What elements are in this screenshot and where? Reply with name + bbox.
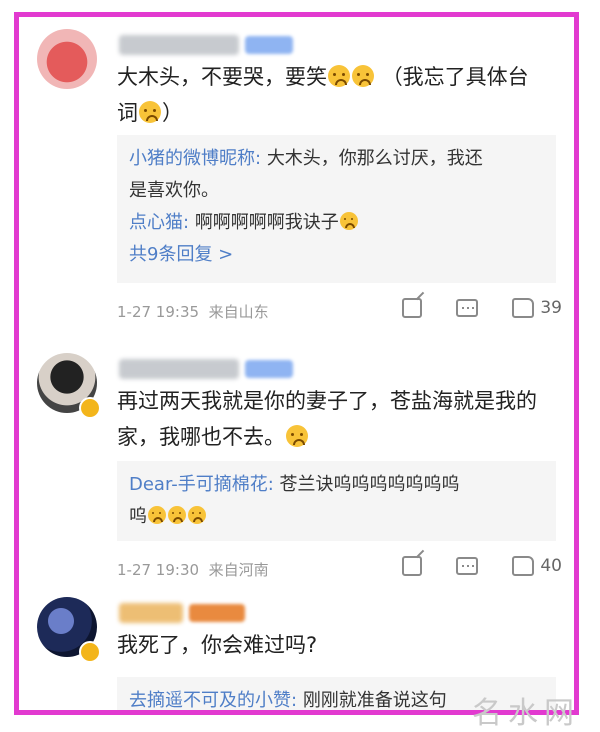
screenshot-frame: 大木头，不要哭，要笑 （我忘了具体台 词） 小猪的微博昵称: 大木头，你那么讨厌… [14, 12, 579, 715]
reply-item[interactable]: 点心猫: 啊啊啊啊啊我诀子 [129, 207, 544, 239]
verified-badge-icon [79, 641, 101, 663]
verified-badge-icon [79, 397, 101, 419]
vip-badge [245, 36, 293, 54]
share-icon[interactable] [402, 556, 423, 576]
comment-text: 再过两天我就是你的妻子了，苍盐海就是我的 家，我哪也不去。 [117, 389, 537, 449]
comment-meta: 1-27 19:30 来自河南 [117, 559, 269, 580]
crying-emoji-icon [328, 65, 350, 87]
reply-author-link[interactable]: 去摘遥不可及的小赞: [129, 690, 297, 710]
comment-actions: 39 [368, 295, 562, 321]
like-count: 39 [540, 298, 562, 318]
comment-location: 来自河南 [208, 561, 269, 579]
like-count: 40 [540, 556, 562, 576]
reply-item[interactable]: Dear-手可摘棉花: 苍兰诀呜呜呜呜呜呜呜 呜 [129, 469, 544, 533]
crying-emoji-icon [188, 506, 206, 524]
like-icon[interactable] [512, 298, 535, 318]
like-icon[interactable] [512, 556, 535, 576]
crying-emoji-icon [139, 101, 161, 123]
crying-emoji-icon [168, 506, 186, 524]
comment-text: 我死了，你会难过吗? [117, 633, 318, 657]
crying-emoji-icon [286, 425, 308, 447]
avatar[interactable] [37, 29, 97, 89]
crying-emoji-icon [352, 65, 374, 87]
comment-text: 大木头，不要哭，要笑 （我忘了具体台 词） [117, 65, 529, 125]
comment-location: 来自山东 [208, 303, 269, 321]
reply-item[interactable]: 小猪的微博昵称: 大木头，你那么讨厌，我还 是喜欢你。 [129, 143, 544, 207]
username-blurred[interactable] [119, 603, 183, 623]
username-blurred[interactable] [119, 359, 239, 379]
comment-actions: 40 [368, 553, 562, 579]
crying-emoji-icon [148, 506, 166, 524]
comment-meta: 1-27 19:35 来自山东 [117, 301, 269, 322]
comment-time: 1-27 19:35 [117, 303, 200, 321]
reply-box: Dear-手可摘棉花: 苍兰诀呜呜呜呜呜呜呜 呜 [117, 461, 556, 541]
reply-box: 小猪的微博昵称: 大木头，你那么讨厌，我还 是喜欢你。 点心猫: 啊啊啊啊啊我诀… [117, 135, 556, 283]
vip-badge [245, 360, 293, 378]
comment-icon[interactable] [456, 557, 479, 575]
reply-author-link[interactable]: 点心猫: [129, 212, 189, 233]
crying-emoji-icon [339, 212, 358, 230]
comment-time: 1-27 19:30 [117, 561, 200, 579]
more-replies-link[interactable]: 共9条回复 > [129, 239, 544, 271]
vip-badge [189, 604, 245, 622]
watermark: 名水网 [472, 696, 580, 731]
comment-icon[interactable] [456, 299, 479, 317]
share-icon[interactable] [402, 298, 423, 318]
reply-author-link[interactable]: 小猪的微博昵称: [129, 148, 261, 169]
username-blurred[interactable] [119, 35, 239, 55]
reply-author-link[interactable]: Dear-手可摘棉花: [129, 474, 274, 495]
